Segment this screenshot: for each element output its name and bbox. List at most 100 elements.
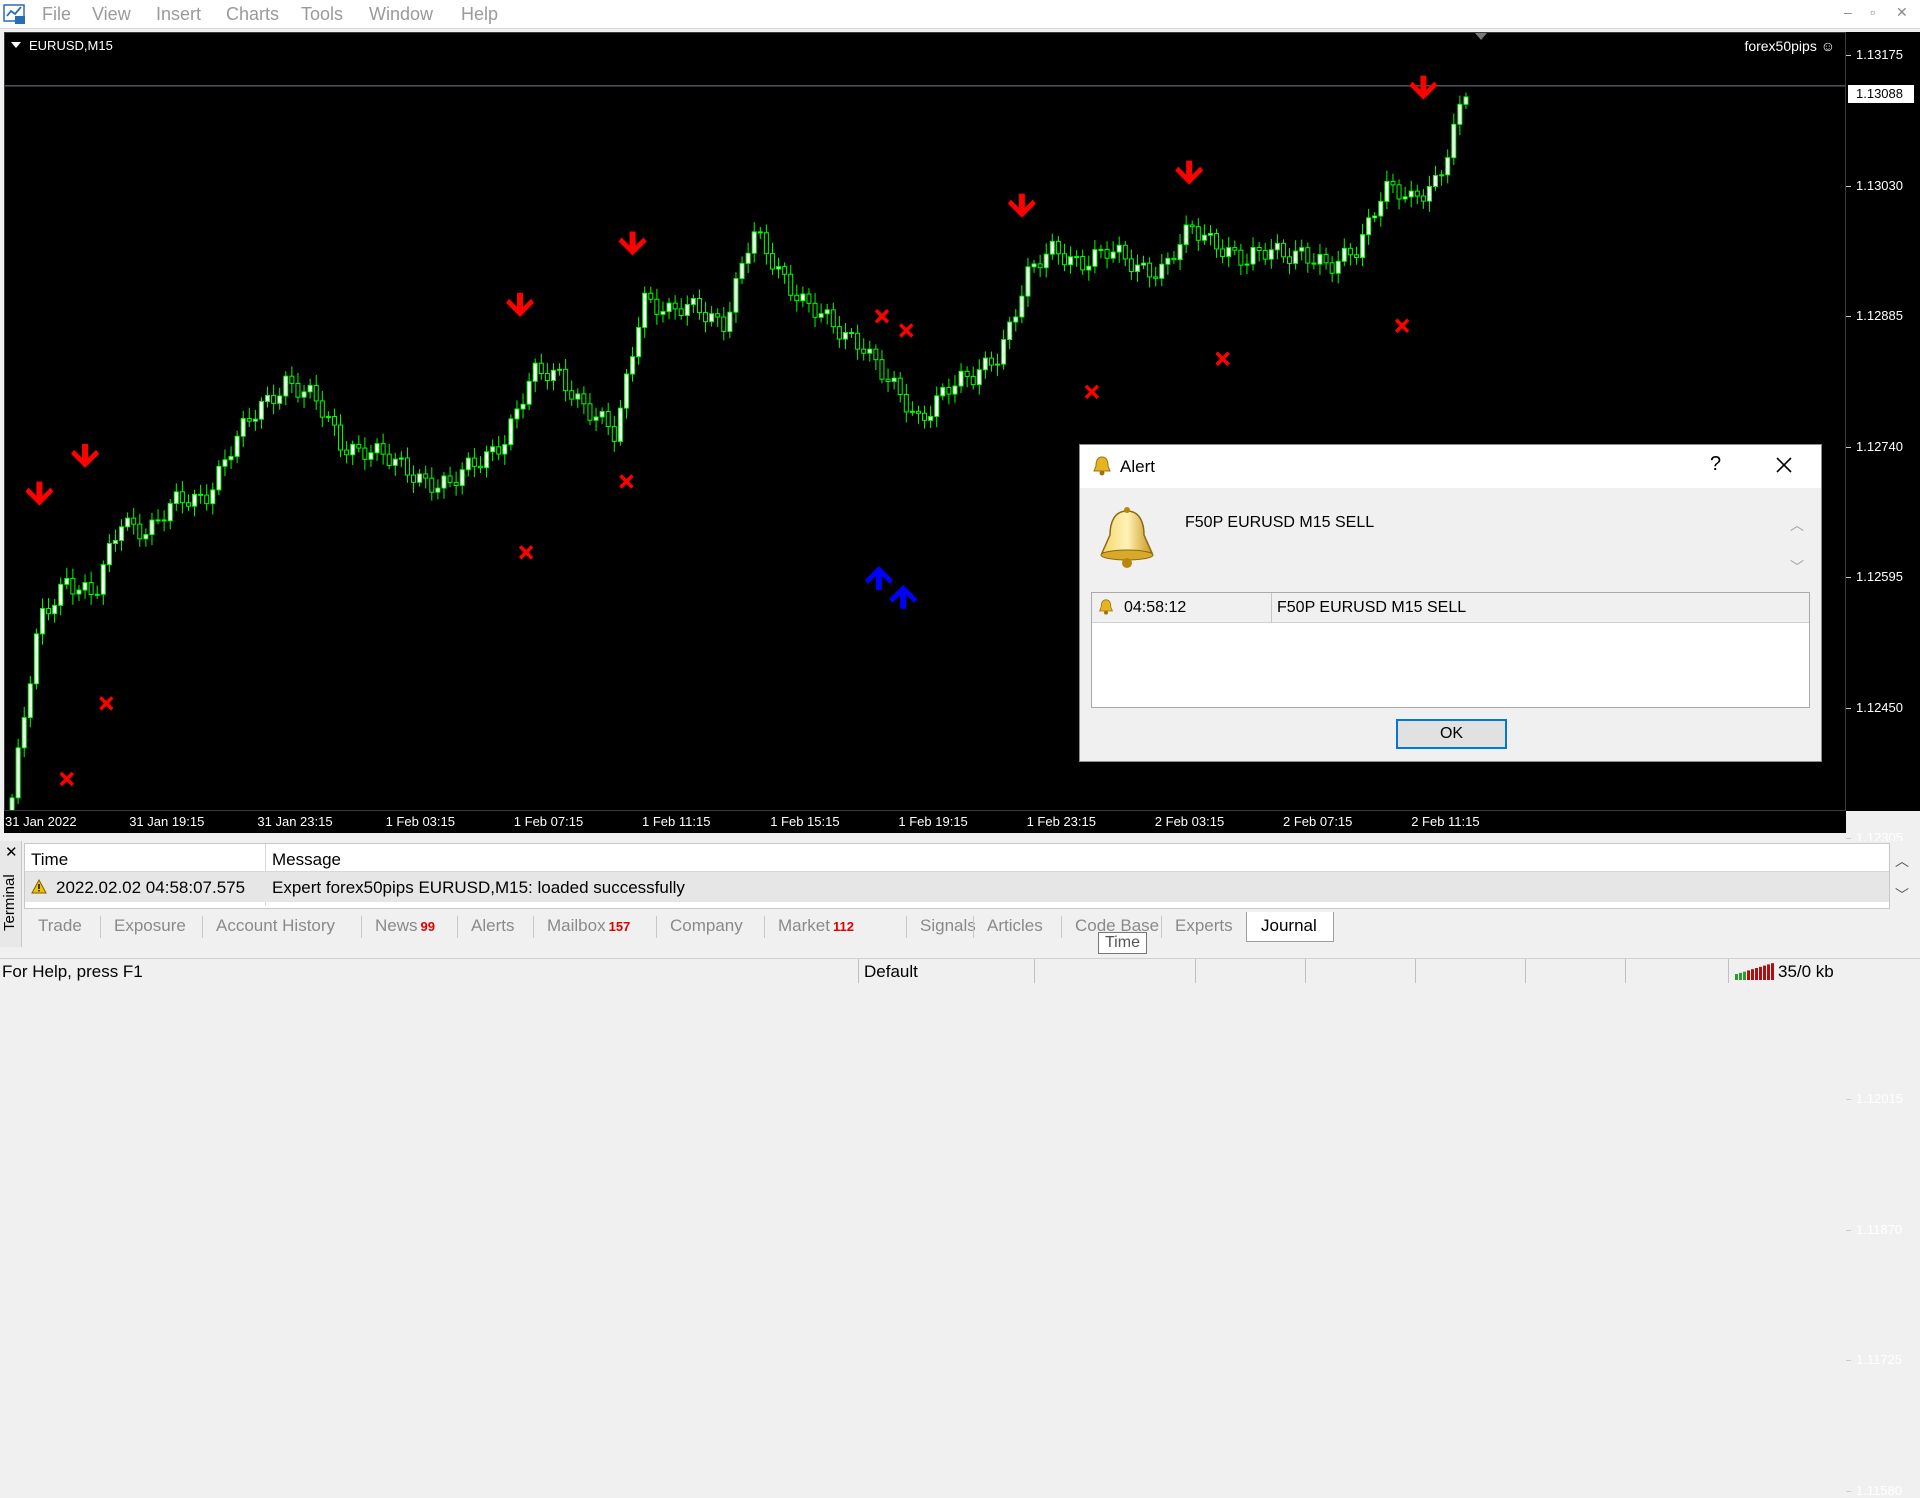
candle [1457, 95, 1463, 136]
tab-label: Experts [1175, 916, 1233, 935]
candle-body [1201, 234, 1207, 241]
candle-body [867, 348, 873, 354]
candle [1390, 173, 1396, 194]
candle [289, 366, 295, 394]
signal-bar [1771, 963, 1774, 980]
candle-body [52, 604, 58, 615]
candle [587, 393, 593, 426]
scroll-up-icon[interactable]: ︿ [1790, 515, 1804, 535]
candle [1280, 239, 1286, 263]
candle-body [1207, 233, 1213, 236]
tab-label: Exposure [114, 916, 186, 935]
column-message[interactable]: Message [272, 850, 341, 870]
tab-alerts[interactable]: Alerts [471, 912, 514, 940]
tab-account-history[interactable]: Account History [216, 912, 335, 940]
candle [830, 302, 836, 334]
candle [703, 301, 709, 333]
candle [490, 439, 496, 461]
candle [928, 405, 934, 428]
candle [1250, 237, 1256, 271]
candle [867, 340, 873, 362]
status-bar: For Help, press F1 Default 35/0 kb [0, 958, 1920, 983]
tab-experts[interactable]: Experts [1175, 912, 1233, 940]
candle-body [1122, 244, 1128, 260]
candle [33, 628, 39, 690]
menu-tools[interactable]: Tools [301, 4, 343, 25]
tab-articles[interactable]: Articles [987, 912, 1043, 940]
candle [1183, 215, 1189, 253]
scroll-down-icon[interactable]: ﹀ [1790, 557, 1804, 577]
tab-mailbox[interactable]: Mailbox 157 [547, 912, 630, 940]
expert-label: forex50pips ☺ [1744, 38, 1835, 54]
candle [1232, 240, 1238, 256]
bell-icon [1099, 599, 1113, 615]
alert-row[interactable]: 04:58:12 F50P EURUSD M15 SELL [1092, 593, 1809, 623]
tab-market[interactable]: Market 112 [778, 912, 854, 940]
alert-titlebar[interactable]: Alert ? [1080, 445, 1821, 488]
candle-body [46, 608, 52, 615]
app-logo-icon [3, 4, 25, 24]
candle [234, 430, 240, 463]
candle [1177, 233, 1183, 270]
candle [1165, 252, 1171, 275]
candle [1092, 239, 1098, 274]
candle-body [1165, 257, 1171, 265]
tab-trade[interactable]: Trade [38, 912, 82, 940]
table-row[interactable]: 2022.02.02 04:58:07.575 Expert forex50pi… [25, 872, 1889, 902]
candle [404, 447, 410, 483]
row-message: Expert forex50pips EURUSD,M15: loaded su… [272, 878, 685, 897]
candle [465, 452, 471, 477]
menu-view[interactable]: View [92, 4, 131, 25]
candle-body [709, 313, 715, 323]
tab-company[interactable]: Company [670, 912, 743, 940]
candle [806, 288, 812, 313]
terminal-close-button[interactable]: ✕ [5, 843, 18, 861]
column-time[interactable]: Time [31, 850, 68, 870]
candle [143, 528, 149, 547]
menu-charts[interactable]: Charts [226, 4, 279, 25]
candle [617, 399, 623, 446]
candle [1220, 239, 1226, 264]
restore-button[interactable]: ▫ [1870, 4, 1875, 20]
candle [173, 483, 179, 511]
tab-journal[interactable]: Journal [1246, 912, 1334, 942]
menu-window[interactable]: Window [369, 4, 433, 25]
candle [970, 366, 976, 390]
candle [52, 598, 58, 623]
scroll-up-icon[interactable]: ︿ [1895, 851, 1909, 871]
candle-body [818, 313, 824, 318]
candle [958, 363, 964, 394]
chart-menu-icon[interactable] [11, 42, 21, 48]
candle [763, 224, 769, 265]
candle [1335, 250, 1341, 284]
candle [1098, 244, 1104, 259]
candle [277, 387, 283, 410]
tab-signals[interactable]: Signals [920, 912, 976, 940]
terminal-scrollbar[interactable]: ︿ ﹀ [1890, 843, 1912, 909]
candle [64, 567, 70, 590]
candle-body [550, 369, 556, 381]
candle [39, 598, 45, 645]
candle [477, 456, 483, 473]
candle [1268, 239, 1274, 269]
candle-body [106, 542, 112, 566]
menu-insert[interactable]: Insert [156, 4, 201, 25]
candle-body [350, 443, 356, 456]
tab-badge: 157 [608, 919, 631, 934]
scroll-down-icon[interactable]: ﹀ [1895, 885, 1909, 905]
close-icon[interactable] [1772, 453, 1796, 477]
tab-news[interactable]: News 99 [375, 912, 435, 940]
tab-exposure[interactable]: Exposure [114, 912, 186, 940]
ok-button[interactable]: OK [1396, 719, 1507, 749]
candle-body [210, 489, 216, 505]
candle [192, 489, 198, 517]
candle-body [417, 473, 423, 483]
time-tick: 31 Jan 2022 [5, 814, 77, 829]
candle [1134, 254, 1140, 282]
help-button[interactable]: ? [1710, 453, 1721, 476]
tab-label: News [375, 916, 418, 935]
menu-help[interactable]: Help [461, 4, 498, 25]
minimize-button[interactable]: – [1844, 4, 1852, 20]
close-window-button[interactable]: ✕ [1896, 4, 1908, 21]
menu-file[interactable]: File [42, 4, 71, 25]
